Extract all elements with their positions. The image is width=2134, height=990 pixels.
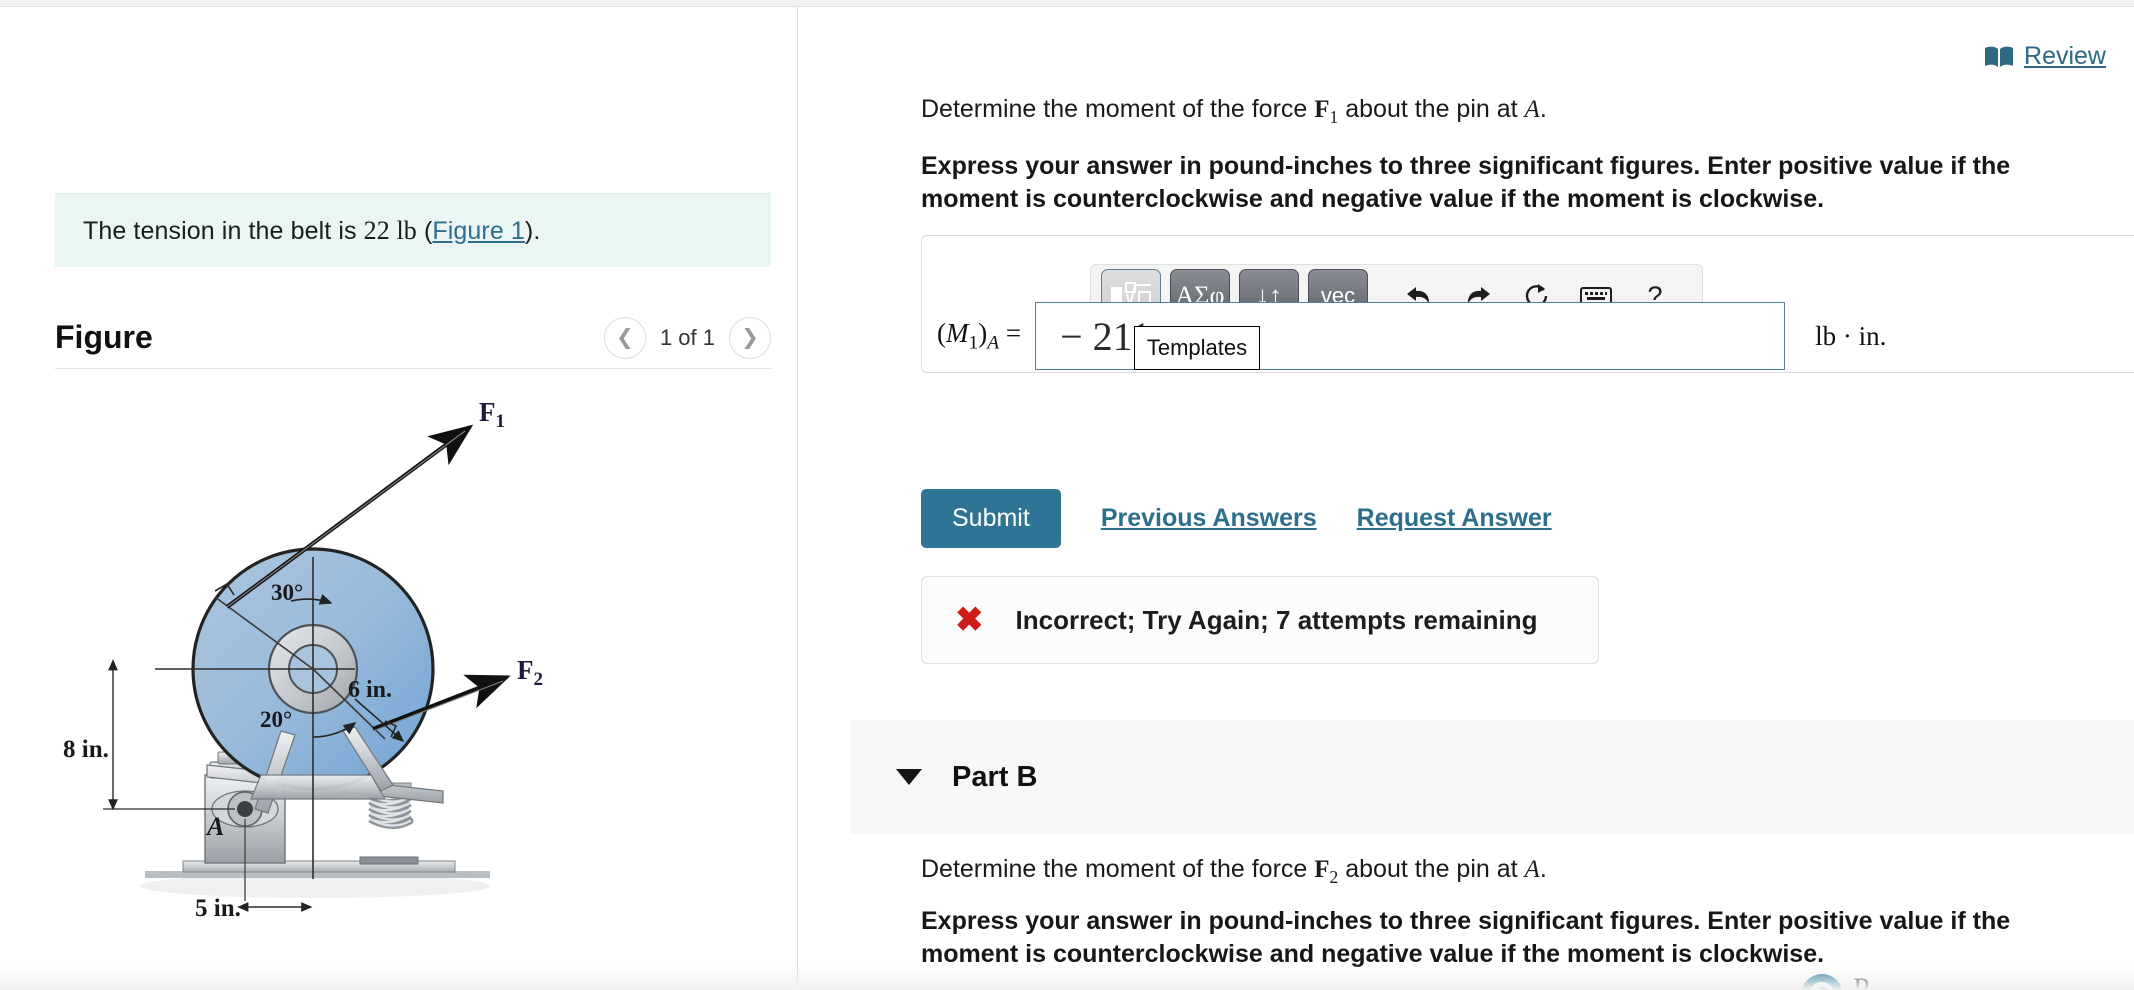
- part-a-question-pre: Determine the moment of the force: [921, 95, 1315, 123]
- answer-row: (M1)A = − 211 lb · in.: [922, 298, 2134, 374]
- top-bar: [0, 0, 2134, 7]
- figure-1-link[interactable]: Figure 1: [432, 217, 525, 245]
- angle-20-label: 20°: [260, 707, 292, 732]
- tension-value: 22: [363, 215, 390, 245]
- height-8in-label: 8 in.: [63, 736, 109, 763]
- submit-button[interactable]: Submit: [921, 489, 1061, 548]
- figure-pager: ❮ 1 of 1 ❯: [603, 316, 771, 359]
- part-b-force-symbol: F2: [1314, 856, 1339, 887]
- part-b-question-mid: about the pin at: [1338, 855, 1525, 883]
- part-b-header[interactable]: Part B: [850, 720, 2134, 834]
- tension-callout: The tension in the belt is 22 lb (Figure…: [55, 193, 771, 267]
- figure-next-button[interactable]: ❯: [729, 316, 771, 359]
- part-b-hint-partial-text: P: [1853, 972, 1870, 990]
- bullseye-icon: [1801, 974, 1843, 990]
- angle-30-label: 30°: [271, 580, 303, 605]
- answer-variable-label: (M1)A =: [937, 317, 1022, 354]
- part-b-pin-symbol: A: [1524, 856, 1540, 883]
- tension-prefix: The tension in the belt is: [83, 216, 364, 245]
- review-link[interactable]: Review: [2024, 42, 2106, 71]
- tension-unit: lb: [396, 215, 417, 245]
- offset-5in-label: 5 in.: [195, 895, 241, 922]
- part-a-question: Determine the moment of the force F1 abo…: [921, 95, 2071, 128]
- radius-6in-label: 6 in.: [348, 677, 392, 703]
- book-icon: [1985, 46, 2014, 67]
- tension-open-paren: (: [416, 216, 433, 245]
- part-a-answer-card: ΑΣφ ↓↑ vec ? Templates (M1)A = − 211 lb …: [921, 235, 2134, 373]
- feedback-banner: ✖ Incorrect; Try Again; 7 attempts remai…: [921, 576, 1599, 664]
- right-panel: Review Determine the moment of the force…: [799, 7, 2134, 990]
- chevron-left-icon: ❮: [616, 326, 634, 349]
- force-f1-label: F1: [479, 397, 505, 432]
- part-b-instruction: Express your answer in pound-inches to t…: [921, 907, 2011, 969]
- templates-tooltip: Templates: [1134, 326, 1260, 370]
- part-b-hint-icon-row[interactable]: P: [1799, 969, 1870, 990]
- part-a-force-symbol: F1: [1314, 96, 1339, 127]
- incorrect-x-icon: ✖: [955, 601, 984, 639]
- caret-down-icon[interactable]: [896, 769, 922, 785]
- tension-close: ).: [524, 216, 541, 245]
- force-f2-label: F2: [517, 655, 543, 690]
- part-b-question-pre: Determine the moment of the force: [921, 855, 1315, 883]
- submit-row: Submit Previous Answers Request Answer: [921, 489, 1552, 548]
- part-a-question-mid: about the pin at: [1338, 95, 1525, 123]
- part-a-instruction: Express your answer in pound-inches to t…: [921, 152, 2011, 214]
- figure-image[interactable]: 30° 20° 6 in. 8 in. 5 in. A F1 F2: [55, 379, 771, 939]
- feedback-text: Incorrect; Try Again; 7 attempts remaini…: [1015, 604, 1538, 635]
- request-answer-link[interactable]: Request Answer: [1357, 504, 1552, 533]
- figure-page-count: 1 of 1: [659, 324, 715, 350]
- part-a-question-post: .: [1539, 95, 1547, 123]
- pin-a-label: A: [205, 812, 224, 841]
- part-b-question-post: .: [1539, 855, 1547, 883]
- part-a-pin-symbol: A: [1524, 96, 1540, 123]
- pulley-diagram-svg: 30° 20° 6 in. 8 in. 5 in. A F1 F2: [63, 397, 543, 922]
- figure-prev-button[interactable]: ❮: [603, 316, 646, 359]
- previous-answers-link[interactable]: Previous Answers: [1101, 504, 1317, 533]
- figure-header: Figure ❮ 1 of 1 ❯: [55, 307, 771, 369]
- page-root: The tension in the belt is 22 lb (Figure…: [0, 0, 2134, 990]
- part-b-title: Part B: [952, 760, 1038, 793]
- review-row[interactable]: Review: [1984, 42, 2106, 71]
- part-b-question: Determine the moment of the force F2 abo…: [921, 855, 2071, 888]
- chevron-right-icon: ❯: [741, 326, 759, 349]
- tension-text: The tension in the belt is 22 lb (Figure…: [55, 216, 540, 246]
- answer-unit-label: lb · in.: [1815, 320, 1887, 351]
- figure-title: Figure: [55, 319, 153, 355]
- left-panel: The tension in the belt is 22 lb (Figure…: [0, 7, 798, 990]
